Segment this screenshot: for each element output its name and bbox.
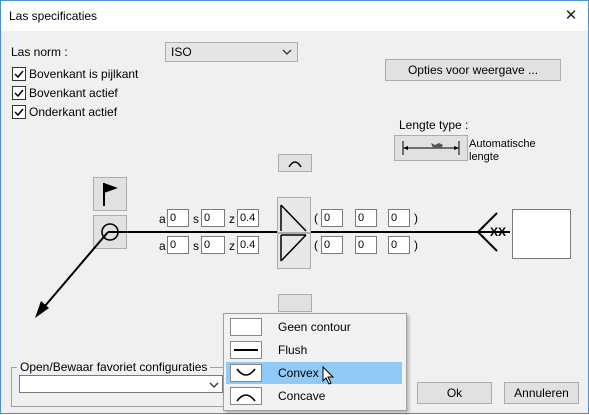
a-label: a bbox=[159, 212, 166, 226]
z-label: z bbox=[229, 212, 235, 226]
mouse-cursor-icon bbox=[322, 366, 335, 385]
top-f1-input[interactable]: 0 bbox=[321, 209, 343, 227]
tail-text: XX bbox=[490, 225, 507, 239]
bottom-f3-input[interactable]: 0 bbox=[388, 236, 410, 254]
tail-reference-box[interactable] bbox=[512, 209, 571, 259]
close-paren: ) bbox=[414, 211, 418, 225]
favorites-label: Open/Bewaar favoriet configuraties bbox=[17, 360, 211, 374]
contour-dropdown-menu: Geen contour Flush Convex Concave bbox=[223, 313, 407, 411]
arrow-leader-line bbox=[38, 231, 109, 314]
menu-item-label: Concave bbox=[278, 389, 326, 403]
top-a-input[interactable]: 0 bbox=[167, 209, 189, 227]
favorites-select[interactable] bbox=[19, 375, 223, 393]
bottom-z-input[interactable]: 0.4 bbox=[237, 236, 259, 254]
open-paren: ( bbox=[314, 211, 318, 225]
open-paren: ( bbox=[314, 238, 318, 252]
z-label: z bbox=[229, 239, 235, 253]
ok-button[interactable]: Ok bbox=[417, 382, 492, 404]
bottom-s-input[interactable]: 0 bbox=[201, 236, 225, 254]
a-label: a bbox=[159, 239, 166, 253]
top-z-input[interactable]: 0.4 bbox=[237, 209, 259, 227]
annuleren-button[interactable]: Annuleren bbox=[504, 382, 579, 404]
concave-icon bbox=[230, 387, 262, 405]
flush-icon bbox=[230, 341, 262, 359]
menu-item-concave[interactable]: Concave bbox=[226, 385, 402, 407]
chevron-down-icon bbox=[209, 382, 219, 388]
no-contour-icon bbox=[230, 318, 262, 336]
menu-item-label: Geen contour bbox=[278, 320, 351, 334]
convex-icon bbox=[230, 364, 262, 382]
s-label: s bbox=[193, 239, 199, 253]
menu-item-label: Convex bbox=[278, 366, 319, 380]
bottom-weld-symbol-button[interactable] bbox=[277, 233, 311, 269]
close-paren: ) bbox=[414, 238, 418, 252]
bottom-f1-input[interactable]: 0 bbox=[321, 236, 343, 254]
top-f3-input[interactable]: 0 bbox=[388, 209, 410, 227]
top-s-input[interactable]: 0 bbox=[201, 209, 225, 227]
top-f2-input[interactable]: 0 bbox=[355, 209, 377, 227]
menu-item-flush[interactable]: Flush bbox=[226, 339, 402, 361]
bottom-a-input[interactable]: 0 bbox=[167, 236, 189, 254]
bottom-contour-button[interactable] bbox=[278, 294, 312, 312]
top-weld-symbol-button[interactable] bbox=[277, 197, 311, 233]
fillet-weld-icon bbox=[280, 204, 307, 232]
menu-item-convex[interactable]: Convex bbox=[226, 362, 402, 385]
bottom-f2-input[interactable]: 0 bbox=[355, 236, 377, 254]
las-specificaties-dialog: Las specificaties ✕ Las norm : ISO Boven… bbox=[0, 0, 589, 414]
fillet-weld-icon bbox=[280, 234, 307, 262]
menu-item-label: Flush bbox=[278, 343, 308, 357]
menu-item-geen-contour[interactable]: Geen contour bbox=[226, 316, 402, 338]
s-label: s bbox=[193, 212, 199, 226]
